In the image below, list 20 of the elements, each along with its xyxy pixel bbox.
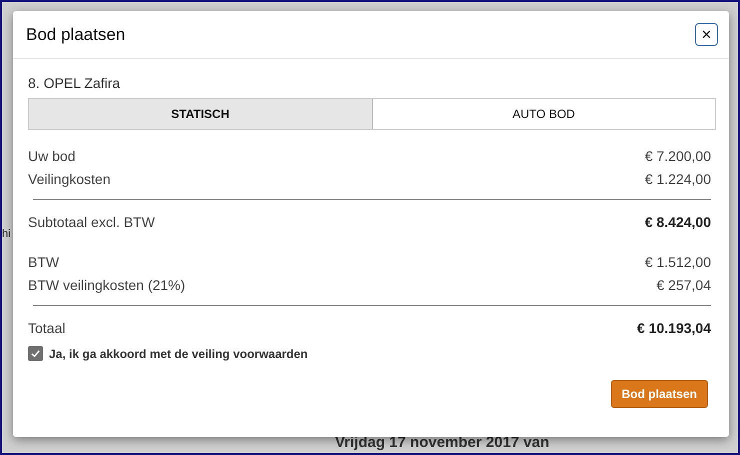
cost-value: € 7.200,00: [644, 148, 711, 164]
cost-value: € 1.512,00: [644, 254, 711, 270]
cost-label: Totaal: [28, 320, 66, 336]
tab[interactable]: STATISCH: [29, 99, 372, 129]
checkbox-label: Ja, ik ga akkoord met de veiling voorwaarden: [49, 346, 308, 360]
cost-value: € 10.193,04: [637, 320, 711, 336]
cost-label: Subtotaal excl. BTW: [28, 214, 155, 230]
cost-label: Veilingkosten: [28, 171, 111, 187]
cost-value: € 1.224,00: [644, 171, 711, 187]
checkbox[interactable]: [28, 346, 43, 361]
cost-label: BTW veilingkosten (21%): [28, 277, 186, 293]
vehicle-name: 8. OPEL Zafira: [28, 75, 122, 91]
close-button[interactable]: ×: [695, 23, 718, 46]
check-icon: [30, 348, 41, 359]
background-text: hi: [2, 228, 11, 240]
cost-value: € 8.424,00: [644, 214, 711, 230]
cost-label: Uw bod: [28, 148, 76, 164]
dialog-title: Bod plaatsen: [26, 24, 126, 44]
cost-label: BTW: [28, 254, 60, 270]
cost-value: € 257,04: [656, 277, 711, 293]
